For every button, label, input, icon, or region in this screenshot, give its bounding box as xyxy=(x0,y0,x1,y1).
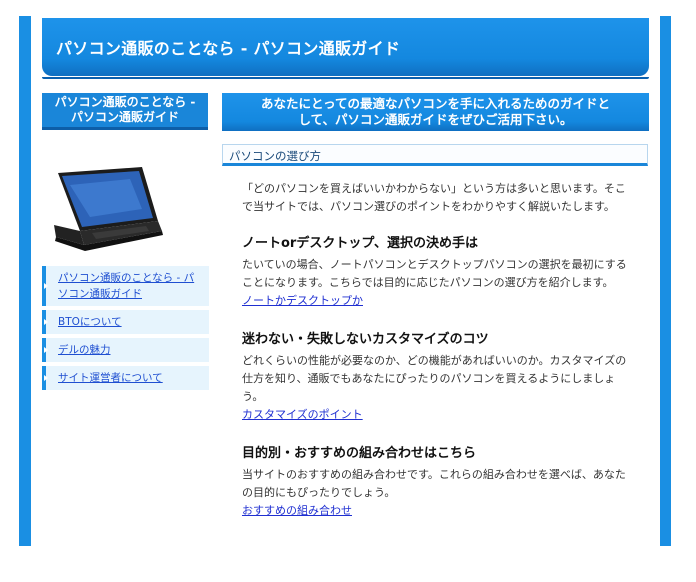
intro-text: 「どのパソコンを買えばいいかわからない」という方は多いと思います。そこで当サイト… xyxy=(242,182,626,213)
block-link[interactable]: カスタマイズのポイント xyxy=(242,408,363,421)
block-heading: 目的別・おすすめの組み合わせはこちら xyxy=(242,446,477,461)
sidebar-item-operator[interactable]: サイト運営者について xyxy=(42,366,209,390)
left-frame-bar xyxy=(19,16,31,546)
sidebar-item-dell[interactable]: デルの魅力 xyxy=(42,338,209,362)
header-underline xyxy=(42,77,649,79)
sidebar-title-line1: パソコン通販のことなら - xyxy=(54,95,196,109)
sidebar-item-label[interactable]: デルの魅力 xyxy=(58,344,111,356)
main-content: 「どのパソコンを買えばいいかわからない」という方は多いと思います。そこで当サイト… xyxy=(242,180,628,540)
sidebar-item-home[interactable]: パソコン通販のことなら - パソコン通販ガイド xyxy=(42,266,209,306)
block-heading: ノートorデスクトップ、選択の決め手は xyxy=(242,236,478,251)
block-text: どれくらいの性能が必要なのか、どの機能があればいいのか。カスタマイズの仕方を知り… xyxy=(242,354,627,403)
sidebar-title: パソコン通販のことなら - パソコン通販ガイド xyxy=(42,93,208,130)
content-block: 目的別・おすすめの組み合わせはこちら 当サイトのおすすめの組み合わせです。これら… xyxy=(242,444,628,520)
sidebar-item-label[interactable]: パソコン通販のことなら - パソコン通販ガイド xyxy=(58,272,194,300)
block-text: 当サイトのおすすめの組み合わせです。これらの組み合わせを選べば、あなたの目的にも… xyxy=(242,468,626,499)
laptop-image xyxy=(54,167,163,251)
site-header: パソコン通販のことなら - パソコン通販ガイド xyxy=(42,18,649,76)
section-title: パソコンの選び方 xyxy=(229,149,321,163)
block-link[interactable]: ノートかデスクトップか xyxy=(242,294,363,307)
content-block: 迷わない・失敗しないカスタマイズのコツ どれくらいの性能が必要なのか、どの機能が… xyxy=(242,330,628,424)
right-frame-bar xyxy=(660,16,671,546)
block-link[interactable]: おすすめの組み合わせ xyxy=(242,504,352,517)
sidebar-nav: パソコン通販のことなら - パソコン通販ガイド BTOについて デルの魅力 サイ… xyxy=(42,266,209,394)
arrow-icon xyxy=(44,347,48,353)
sidebar-item-label[interactable]: サイト運営者について xyxy=(58,372,163,384)
content-block: ノートorデスクトップ、選択の決め手は たいていの場合、ノートパソコンとデスクト… xyxy=(242,234,628,310)
main-banner: あなたにとっての最適なパソコンを手に入れるためのガイドと して、パソコン通販ガイ… xyxy=(222,93,649,131)
section-heading: パソコンの選び方 xyxy=(222,144,648,166)
block-heading: 迷わない・失敗しないカスタマイズのコツ xyxy=(242,332,489,347)
site-title: パソコン通販のことなら - パソコン通販ガイド xyxy=(56,39,401,58)
arrow-icon xyxy=(44,375,48,381)
block-text: たいていの場合、ノートパソコンとデスクトップパソコンの選択を最初にすることになり… xyxy=(242,258,627,289)
banner-line1: あなたにとっての最適なパソコンを手に入れるためのガイドと xyxy=(260,96,610,111)
arrow-icon xyxy=(44,283,48,289)
sidebar-item-label[interactable]: BTOについて xyxy=(58,316,122,328)
arrow-icon xyxy=(44,319,48,325)
sidebar-item-bto[interactable]: BTOについて xyxy=(42,310,209,334)
sidebar-title-line2: パソコン通販ガイド xyxy=(70,110,179,124)
banner-line2: して、パソコン通販ガイドをぜひご活用下さい。 xyxy=(298,112,573,127)
